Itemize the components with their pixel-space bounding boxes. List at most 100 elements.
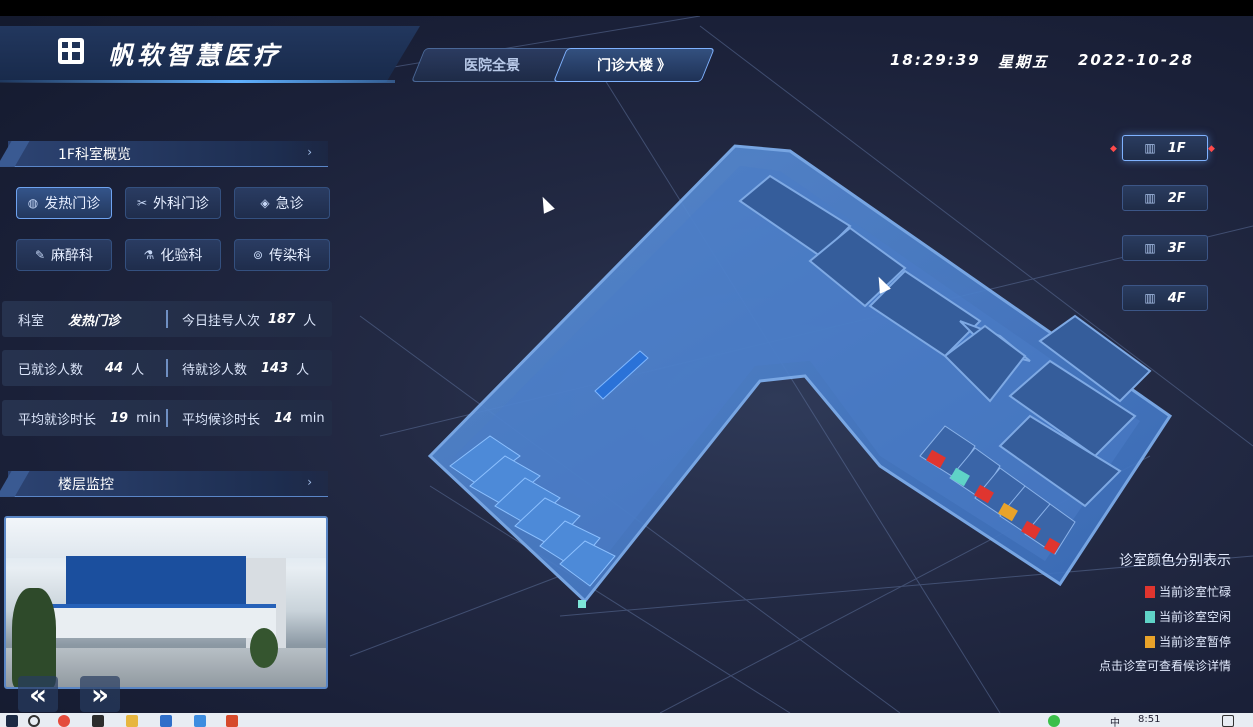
- dept-button-laboratory[interactable]: ⚗ 化验科: [125, 239, 221, 271]
- stat-label: 已就诊人数: [18, 362, 84, 378]
- stat-unit: 人: [131, 362, 145, 378]
- stat-row-durations: 平均就诊时长 19 min 平均候诊时长 14 min: [2, 400, 332, 436]
- start-icon[interactable]: [6, 715, 18, 727]
- stat-row-patients: 已就诊人数 44 人 待就诊人数 143 人: [2, 350, 332, 386]
- legend-swatch: [1144, 610, 1155, 623]
- camera-prev-button[interactable]: «: [18, 676, 58, 712]
- dept-button-anesthesia[interactable]: ✎ 麻醉科: [16, 239, 112, 271]
- divider: [166, 359, 168, 377]
- stat-registered-value: 187: [268, 311, 296, 327]
- header: 帆软智慧医疗 医院全景 门诊大楼 》 18:29:39 星期五 2022-10-…: [0, 16, 1253, 86]
- floor-label: 4F: [1167, 290, 1186, 306]
- stat-unit: min: [300, 410, 325, 426]
- syringe-icon: ✎: [34, 248, 46, 262]
- chevron-right-icon[interactable]: ›: [307, 475, 312, 489]
- stat-label: 科室: [18, 313, 45, 329]
- legend-item-busy: 当前诊室忙碌: [1099, 579, 1231, 604]
- stat-unit: 人: [296, 362, 310, 378]
- dept-label: 发热门诊: [44, 196, 101, 212]
- flask-icon: ⚗: [143, 248, 155, 262]
- floor-label: 1F: [1167, 140, 1186, 156]
- floor-button-1f[interactable]: ▥ 1F: [1122, 135, 1208, 161]
- stat-unit: 人: [303, 313, 317, 329]
- monitor-section-title: 楼层监控 ›: [8, 471, 328, 497]
- search-icon[interactable]: [28, 715, 40, 727]
- camera-next-button[interactable]: »: [80, 676, 120, 712]
- building-icon: ▥: [1144, 241, 1156, 255]
- dept-label: 麻醉科: [51, 248, 94, 264]
- building-icon: ▥: [1144, 291, 1156, 305]
- overview-section-title: 1F科室概览 ›: [8, 141, 328, 167]
- top-bezel: [0, 0, 1253, 16]
- app-icon[interactable]: [160, 715, 172, 727]
- building-icon: ▥: [1144, 191, 1156, 205]
- camera-feed[interactable]: [4, 516, 328, 689]
- header-glow-line: [0, 80, 395, 83]
- dept-label: 急诊: [275, 196, 304, 212]
- chrome-icon[interactable]: [58, 715, 70, 727]
- dept-label: 化验科: [160, 248, 203, 264]
- legend-label: 当前诊室忙碌: [1158, 585, 1231, 599]
- dept-button-fever-clinic[interactable]: ◍ 发热门诊: [16, 187, 112, 219]
- fanruan-logo-icon: [58, 38, 84, 64]
- diamond-icon: ◈: [260, 196, 270, 210]
- os-taskbar: 中 8:51: [0, 713, 1253, 727]
- legend-swatch: [1144, 585, 1155, 598]
- tab-hospital-overview[interactable]: 医院全景: [411, 48, 573, 82]
- dept-label: 传染科: [269, 248, 312, 264]
- room-color-legend: 诊室颜色分别表示 当前诊室忙碌 当前诊室空闲 当前诊室暂停 点击诊室可查看候诊详…: [1099, 550, 1231, 674]
- chevron-right-icon[interactable]: ›: [307, 145, 312, 159]
- dashboard-screen: 帆软智慧医疗 医院全景 门诊大楼 》 18:29:39 星期五 2022-10-…: [0, 16, 1253, 713]
- app-icon[interactable]: [194, 715, 206, 727]
- divider: [166, 409, 168, 427]
- taskbar-clock[interactable]: 8:51: [1138, 714, 1160, 725]
- tray-icon[interactable]: [1048, 715, 1060, 727]
- stat-row-department: 科室 发热门诊 今日挂号人次 187 人: [2, 301, 332, 337]
- stat-label: 平均候诊时长: [182, 412, 261, 428]
- overview-title-text: 1F科室概览: [58, 146, 131, 163]
- dept-button-emergency[interactable]: ◈ 急诊: [234, 187, 330, 219]
- powerpoint-icon[interactable]: [226, 715, 238, 727]
- legend-footer-hint: 点击诊室可查看候诊详情: [1098, 659, 1231, 673]
- floor-label: 3F: [1167, 240, 1186, 256]
- legend-label: 当前诊室暂停: [1158, 635, 1231, 649]
- active-floor-marker-left: ◆: [1110, 144, 1117, 154]
- legend-title: 诊室颜色分别表示: [1119, 553, 1231, 569]
- stat-seen-value: 44: [105, 360, 124, 376]
- floor-button-2f[interactable]: ▥ 2F: [1122, 185, 1208, 211]
- notification-icon[interactable]: [1222, 715, 1234, 727]
- stat-label: 今日挂号人次: [182, 313, 261, 329]
- app-icon[interactable]: [92, 715, 104, 727]
- globe-icon: ◍: [27, 196, 39, 210]
- tab-outpatient-building[interactable]: 门诊大楼 》: [553, 48, 715, 82]
- app-title: 帆软智慧医疗: [108, 41, 283, 70]
- floor-button-3f[interactable]: ▥ 3F: [1122, 235, 1208, 261]
- virus-icon: ⊚: [252, 248, 264, 262]
- stat-waiting-value: 143: [261, 360, 289, 376]
- scissors-icon: ✂: [136, 196, 148, 210]
- ime-indicator[interactable]: 中: [1110, 714, 1120, 727]
- floor-button-4f[interactable]: ▥ 4F: [1122, 285, 1208, 311]
- clock-date: 2022-10-28: [1078, 51, 1194, 69]
- active-floor-marker-right: ◆: [1208, 144, 1215, 154]
- legend-item-paused: 当前诊室暂停: [1099, 629, 1231, 654]
- legend-swatch: [1144, 635, 1155, 648]
- stat-unit: min: [136, 410, 161, 426]
- divider: [166, 310, 168, 328]
- monitor-title-text: 楼层监控: [58, 476, 114, 493]
- building-icon: ▥: [1144, 141, 1156, 155]
- stat-dept-value: 发热门诊: [68, 313, 121, 329]
- floor-label: 2F: [1167, 190, 1186, 206]
- folder-icon[interactable]: [126, 715, 138, 727]
- dept-button-infectious[interactable]: ⊚ 传染科: [234, 239, 330, 271]
- legend-item-idle: 当前诊室空闲: [1099, 604, 1231, 629]
- dept-label: 外科门诊: [153, 196, 210, 212]
- dept-button-surgery-clinic[interactable]: ✂ 外科门诊: [125, 187, 221, 219]
- stat-avg-wait-value: 14: [274, 410, 293, 426]
- chevron-right-icon: 》: [657, 58, 671, 74]
- stat-avg-visit-value: 19: [110, 410, 129, 426]
- stat-label: 待就诊人数: [182, 362, 248, 378]
- clock-time: 18:29:39: [890, 51, 981, 69]
- legend-label: 当前诊室空闲: [1158, 610, 1231, 624]
- clock-weekday: 星期五: [998, 53, 1050, 71]
